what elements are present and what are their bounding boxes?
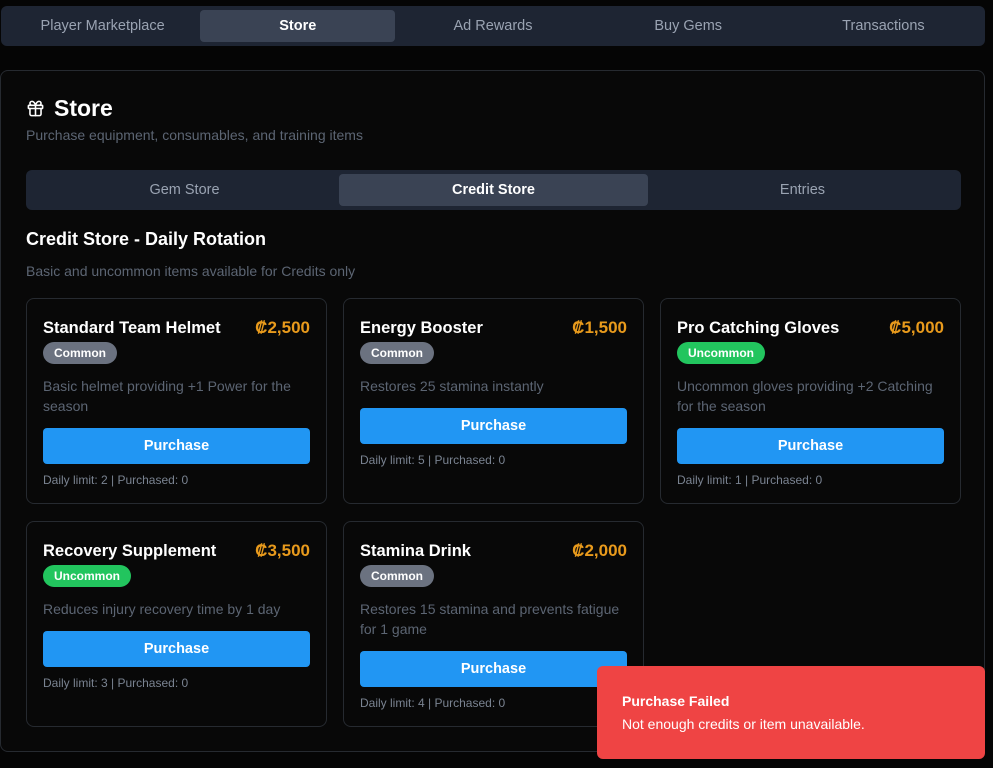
page-header: Store: [26, 95, 113, 122]
rarity-badge: Uncommon: [43, 565, 131, 587]
store-sub-tabs: Gem Store Credit Store Entries: [26, 170, 961, 210]
section-title: Credit Store - Daily Rotation: [26, 229, 267, 249]
item-card-recovery-supplement: Recovery Supplement ₡3,500 Uncommon Redu…: [26, 521, 327, 727]
error-toast[interactable]: Purchase Failed Not enough credits or it…: [597, 666, 985, 759]
rarity-badge: Common: [43, 342, 117, 364]
daily-limit-text: Daily limit: 4 | Purchased: 0: [360, 696, 506, 710]
purchase-button[interactable]: Purchase: [43, 631, 310, 667]
item-name: Stamina Drink: [360, 541, 471, 560]
tab-gem-store[interactable]: Gem Store: [30, 174, 339, 206]
item-card-pro-catching-gloves: Pro Catching Gloves ₡5,000 Uncommon Unco…: [660, 298, 961, 504]
item-description: Reduces injury recovery time by 1 day: [43, 601, 281, 617]
item-price: ₡3,500: [255, 541, 310, 560]
item-price: ₡2,500: [255, 318, 310, 337]
tab-player-marketplace[interactable]: Player Marketplace: [5, 10, 200, 42]
item-price: ₡1,500: [572, 318, 627, 337]
tab-buy-gems[interactable]: Buy Gems: [591, 10, 786, 42]
item-card-energy-booster: Energy Booster ₡1,500 Common Restores 25…: [343, 298, 644, 504]
item-description: Restores 15 stamina and prevents fatigue…: [360, 601, 620, 637]
purchase-button[interactable]: Purchase: [360, 408, 627, 444]
rarity-badge: Common: [360, 342, 434, 364]
tab-ad-rewards[interactable]: Ad Rewards: [395, 10, 590, 42]
page-title: Store: [54, 95, 113, 121]
rarity-badge: Uncommon: [677, 342, 765, 364]
section-subtitle: Basic and uncommon items available for C…: [26, 263, 356, 279]
daily-limit-text: Daily limit: 5 | Purchased: 0: [360, 453, 506, 467]
purchase-button[interactable]: Purchase: [360, 651, 627, 687]
top-tab-bar: Player Marketplace Store Ad Rewards Buy …: [1, 6, 985, 46]
item-name: Standard Team Helmet: [43, 318, 221, 337]
store-panel: Store Purchase equipment, consumables, a…: [0, 70, 985, 752]
purchase-button[interactable]: Purchase: [43, 428, 310, 464]
item-card-standard-team-helmet: Standard Team Helmet ₡2,500 Common Basic…: [26, 298, 327, 504]
item-name: Energy Booster: [360, 318, 483, 337]
daily-limit-text: Daily limit: 2 | Purchased: 0: [43, 473, 189, 487]
item-description: Restores 25 stamina instantly: [360, 378, 544, 394]
item-description: Basic helmet providing +1 Power for the …: [43, 378, 291, 414]
item-description: Uncommon gloves providing +2 Catching fo…: [677, 378, 933, 414]
item-name: Recovery Supplement: [43, 541, 217, 560]
item-price: ₡5,000: [889, 318, 944, 337]
page-subtitle: Purchase equipment, consumables, and tra…: [26, 127, 363, 143]
tab-transactions[interactable]: Transactions: [786, 10, 981, 42]
tab-entries[interactable]: Entries: [648, 174, 957, 206]
purchase-button[interactable]: Purchase: [677, 428, 944, 464]
toast-message: Not enough credits or item unavailable.: [622, 716, 865, 732]
daily-limit-text: Daily limit: 1 | Purchased: 0: [677, 473, 823, 487]
tab-credit-store[interactable]: Credit Store: [339, 174, 648, 206]
item-price: ₡2,000: [572, 541, 627, 560]
daily-limit-text: Daily limit: 3 | Purchased: 0: [43, 676, 189, 690]
toast-title: Purchase Failed: [622, 693, 730, 709]
tab-store[interactable]: Store: [200, 10, 396, 42]
rarity-badge: Common: [360, 565, 434, 587]
item-name: Pro Catching Gloves: [677, 318, 840, 337]
gift-icon: [27, 100, 44, 117]
